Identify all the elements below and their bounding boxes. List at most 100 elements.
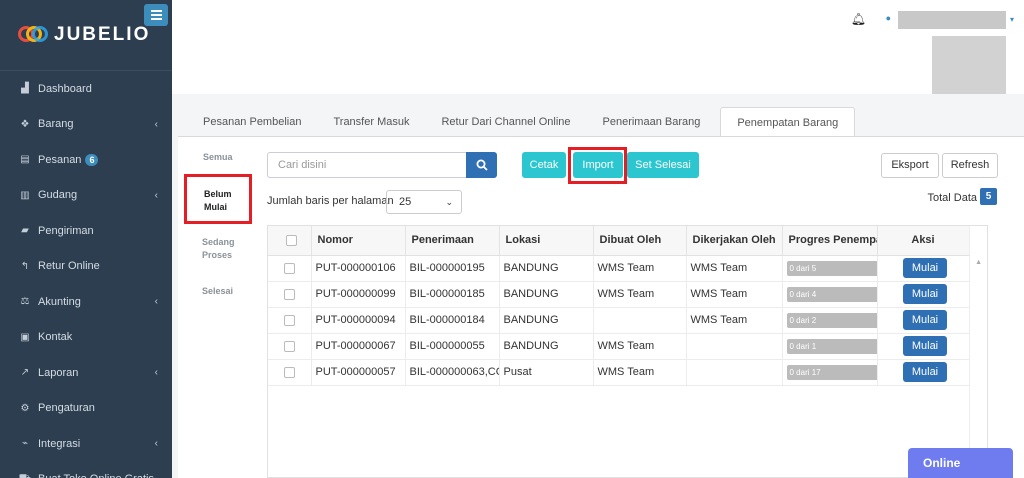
cell-dikerjakan-oleh: WMS Team: [686, 307, 783, 334]
cell-penerimaan: BIL-000000063,CO: [405, 359, 500, 386]
bell-icon[interactable]: 🔔︎: [851, 12, 866, 26]
sidebar-item-label: Retur Online: [38, 260, 100, 273]
cell-nomor[interactable]: PUT-000000106: [311, 255, 406, 282]
rows-per-page-select[interactable]: 25 ⌄: [386, 190, 462, 214]
cell-progres: 0 dari 5: [782, 255, 878, 282]
mulai-button[interactable]: Mulai: [903, 336, 947, 356]
sidebar-item-pengiriman[interactable]: ▰ Pengiriman: [0, 213, 172, 249]
sidebar-item-buat-toko-online-gratis[interactable]: ⛟ Buat Toko Online Gratis: [0, 462, 172, 478]
tab-transfer-masuk[interactable]: Transfer Masuk: [317, 107, 425, 137]
user-icon[interactable]: ●: [886, 13, 891, 23]
cell-nomor[interactable]: PUT-000000099: [311, 281, 406, 308]
mulai-button[interactable]: Mulai: [903, 310, 947, 330]
search-button[interactable]: [466, 152, 497, 178]
chart-area-icon: ▟: [21, 83, 29, 95]
table-row[interactable]: PUT-000000057 BIL-000000063,CO Pusat WMS Te…: [268, 359, 970, 386]
cell-dibuat-oleh: WMS Team: [593, 281, 687, 308]
topbar: 🔔︎ ● ▾: [172, 0, 1024, 94]
table-row[interactable]: PUT-000000106 BIL-000000195 BANDUNG WMS Tea…: [268, 255, 970, 282]
cell-dikerjakan-oleh: [686, 333, 783, 360]
cell-dibuat-oleh: WMS Team: [593, 255, 687, 282]
total-data-label: Total Data: [927, 192, 977, 204]
mulai-button[interactable]: Mulai: [903, 284, 947, 304]
chevron-left-icon: ‹: [154, 118, 158, 130]
sidebar-item-retur-online[interactable]: ↰ Retur Online: [0, 249, 172, 285]
refresh-button[interactable]: Refresh: [942, 153, 998, 178]
sidebar-item-gudang[interactable]: ▥ Gudang ‹: [0, 178, 172, 214]
cell-aksi: Mulai: [877, 359, 970, 386]
tab-pesanan-pembelian[interactable]: Pesanan Pembelian: [187, 107, 317, 137]
table-row[interactable]: PUT-000000067 BIL-000000055 BANDUNG WMS Tea…: [268, 333, 970, 360]
menu-toggle-icon[interactable]: [144, 4, 168, 26]
tab-retur-channel-online[interactable]: Retur Dari Channel Online: [425, 107, 586, 137]
sidebar-item-pesanan[interactable]: ▤ Pesanan 6: [0, 142, 172, 178]
sidebar-item-dashboard[interactable]: ▟ Dashboard: [0, 71, 172, 107]
shopping-basket-icon: ▤: [20, 154, 30, 166]
status-sedang-proses[interactable]: Sedang Proses: [202, 236, 238, 262]
col-nomor[interactable]: Nomor: [311, 226, 406, 256]
row-checkbox[interactable]: [284, 366, 295, 378]
set-selesai-button[interactable]: Set Selesai: [627, 152, 699, 178]
truck-icon: ▰: [21, 225, 29, 237]
status-selesai[interactable]: Selesai: [202, 286, 233, 296]
sidebar-item-akunting[interactable]: ⚖ Akunting ‹: [0, 284, 172, 320]
tab-penerimaan-barang[interactable]: Penerimaan Barang: [587, 107, 717, 137]
online-chat-button[interactable]: Online: [908, 448, 1013, 478]
row-checkbox-cell: [268, 359, 312, 386]
eksport-button[interactable]: Eksport: [881, 153, 939, 178]
cell-dikerjakan-oleh: WMS Team: [686, 255, 783, 282]
select-all-checkbox[interactable]: [286, 234, 297, 246]
mulai-button[interactable]: Mulai: [903, 258, 947, 278]
rows-per-page-value: 25: [399, 196, 412, 208]
table-row[interactable]: PUT-000000094 BIL-000000184 BANDUNG WMS Tea…: [268, 307, 970, 334]
row-checkbox-cell: [268, 307, 312, 334]
cell-aksi: Mulai: [877, 255, 970, 282]
plug-icon: ⌁: [21, 438, 29, 450]
cell-lokasi: Pusat: [499, 359, 594, 386]
cubes-icon: ❖: [20, 118, 30, 130]
chevron-left-icon: ‹: [154, 296, 158, 308]
cell-nomor[interactable]: PUT-000000057: [311, 359, 406, 386]
mulai-button[interactable]: Mulai: [903, 362, 947, 382]
redacted-block: [932, 36, 1006, 94]
row-checkbox[interactable]: [284, 340, 295, 352]
cell-nomor[interactable]: PUT-000000067: [311, 333, 406, 360]
search-input[interactable]: [267, 152, 466, 178]
table-row[interactable]: PUT-000000099 BIL-000000185 BANDUNG WMS Tea…: [268, 281, 970, 308]
sidebar-item-integrasi[interactable]: ⌁ Integrasi ‹: [0, 426, 172, 462]
cell-aksi: Mulai: [877, 333, 970, 360]
cell-lokasi: BANDUNG: [499, 307, 594, 334]
col-aksi: Aksi: [877, 226, 970, 256]
sidebar-item-barang[interactable]: ❖ Barang ‹: [0, 107, 172, 143]
row-checkbox-cell: [268, 333, 312, 360]
cell-dikerjakan-oleh: [686, 359, 783, 386]
status-semua[interactable]: Semua: [203, 152, 233, 162]
brand[interactable]: JUBELIO: [0, 0, 172, 70]
address-card-icon: ▣: [20, 331, 30, 343]
jubelio-logo: [18, 25, 48, 45]
col-dikerjakan-oleh[interactable]: Dikerjakan Oleh: [686, 226, 783, 256]
scroll-up-icon[interactable]: ▲: [975, 259, 982, 266]
sidebar-item-label: Buat Toko Online Gratis: [38, 473, 154, 478]
chevron-down-icon[interactable]: ▾: [1010, 15, 1014, 24]
cart-icon: ⛟: [18, 473, 32, 478]
row-checkbox[interactable]: [284, 288, 295, 300]
cell-nomor[interactable]: PUT-000000094: [311, 307, 406, 334]
sidebar-item-label: Kontak: [38, 331, 73, 344]
chevron-down-icon: ⌄: [445, 197, 453, 207]
table-header-row: Nomor Penerimaan Lokasi Dibuat Oleh Dike…: [268, 226, 970, 256]
sidebar-item-label: Barang: [38, 118, 74, 131]
sidebar-item-pengaturan[interactable]: ⚙ Pengaturan: [0, 391, 172, 427]
row-checkbox[interactable]: [284, 262, 295, 274]
col-dibuat-oleh[interactable]: Dibuat Oleh: [593, 226, 687, 256]
col-progres[interactable]: Progres Penempat: [782, 226, 878, 256]
cetak-button[interactable]: Cetak: [522, 152, 566, 178]
tab-penempatan-barang[interactable]: Penempatan Barang: [720, 107, 856, 137]
cell-penerimaan: BIL-000000195: [405, 255, 500, 282]
sidebar-item-kontak[interactable]: ▣ Kontak: [0, 320, 172, 356]
col-penerimaan[interactable]: Penerimaan: [405, 226, 500, 256]
user-name-redacted[interactable]: [898, 11, 1006, 29]
sidebar-item-laporan[interactable]: ↗ Laporan ‹: [0, 355, 172, 391]
col-lokasi[interactable]: Lokasi: [499, 226, 594, 256]
row-checkbox[interactable]: [284, 314, 295, 326]
